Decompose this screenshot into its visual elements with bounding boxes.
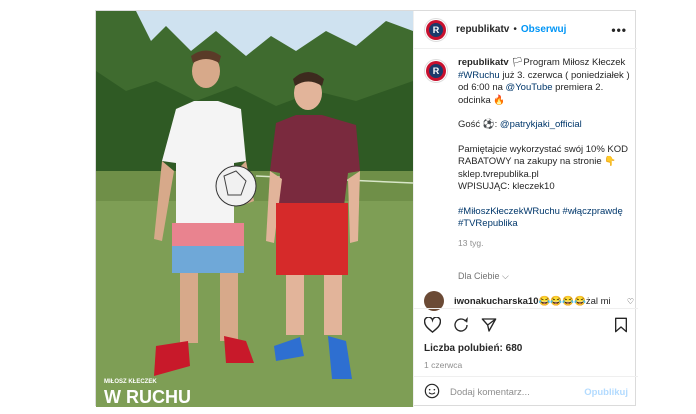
flag-icon: 🏳 [511, 57, 524, 68]
caption-text-1: Program Miłosz Kłeczek [523, 57, 626, 68]
like-heart-icon[interactable] [424, 317, 441, 333]
post-caption: R republikatv 🏳Program Miłosz Kłeczek #W… [422, 57, 634, 285]
caption-username[interactable]: republikatv [458, 57, 509, 68]
post-actions: Liczba polubień: 680 1 czerwca [414, 308, 638, 370]
add-comment-bar: Dodaj komentarz... Opublikuj [414, 376, 638, 407]
post-photo-image: MIŁOSZ KŁECZEK W RUCHU [96, 11, 413, 407]
comment-bubble-icon[interactable] [453, 317, 469, 333]
comment-like-icon[interactable]: ♡ [627, 297, 634, 306]
post-header: R republikatv • Obserwuj ••• [414, 11, 637, 49]
follow-button[interactable]: Obserwuj [521, 24, 567, 35]
publish-button[interactable]: Opublikuj [584, 387, 628, 398]
post-photo: MIŁOSZ KŁECZEK W RUCHU [96, 11, 413, 407]
discount-code: WPISUJĄC: kleczek10 [458, 181, 555, 192]
comment-input[interactable]: Dodaj komentarz... [450, 387, 530, 398]
hashtags[interactable]: #MiłoszKłeczekWRuchu #włączprawdę #TVRep… [458, 206, 634, 231]
likes-count[interactable]: Liczba polubień: 680 [424, 343, 628, 354]
photo-caption-small: MIŁOSZ KŁECZEK [104, 379, 157, 385]
author-username[interactable]: republikatv [456, 24, 509, 35]
mention-youtube[interactable]: @YouTube [506, 82, 553, 93]
share-send-icon[interactable] [481, 317, 497, 333]
author-avatar[interactable]: R [424, 17, 448, 42]
post-sidebar: R republikatv • Obserwuj ••• R republika… [413, 11, 638, 407]
shop-link: sklep.tvrepublika.pl [458, 168, 539, 180]
promo-text: Pamiętajcie wykorzystać swój 10% KOD RAB… [458, 143, 628, 168]
emoji-icon[interactable] [424, 383, 440, 402]
caption-time: 13 tyg. [458, 237, 484, 248]
for-you-dropdown[interactable]: Dla Ciebie ⌵ [458, 271, 509, 282]
separator-dot: • [513, 24, 517, 35]
more-dots-icon[interactable]: ••• [611, 23, 627, 37]
guest-label: Gość ⚽: [458, 119, 500, 130]
photo-caption-big: W RUCHU [104, 387, 191, 407]
bookmark-icon[interactable] [614, 317, 628, 333]
caption-avatar[interactable]: R [424, 59, 448, 83]
hashtag-wruchu[interactable]: #WRuchu [458, 70, 500, 81]
comment-text: 😂😂😂😂żal mi [538, 295, 611, 307]
mention-patrykjaki[interactable]: @patrykjaki_official [500, 119, 582, 130]
post-date: 1 czerwca [424, 360, 463, 370]
commenter-username[interactable]: iwonakucharska10 [454, 296, 539, 307]
instagram-post: MIŁOSZ KŁECZEK W RUCHU R republikatv • O… [95, 10, 638, 407]
